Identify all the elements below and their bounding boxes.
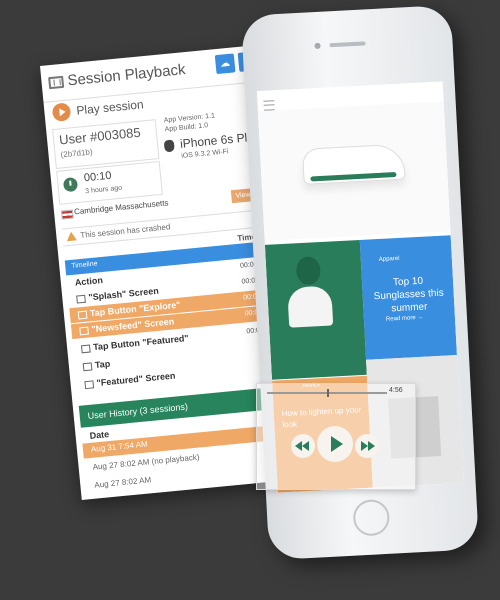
time-box: 00:10 3 hours ago xyxy=(56,160,163,205)
sneaker-image xyxy=(301,143,406,185)
user-history-label: User History (3 sessions) xyxy=(87,401,189,422)
app-versions: App Version: 1.1 App Build: 1.0 xyxy=(163,111,216,134)
timeline-bar-label: Timeline xyxy=(71,260,98,270)
apple-icon xyxy=(163,139,175,153)
tap-icon xyxy=(82,362,93,371)
panel-title: Session Playback xyxy=(66,61,187,90)
fast-forward-button[interactable] xyxy=(355,434,379,458)
film-icon xyxy=(48,75,65,90)
model-photo-tile[interactable] xyxy=(264,239,367,380)
cloud-download-button[interactable]: ☁ xyxy=(214,53,236,75)
playback-timeline[interactable] xyxy=(267,389,387,397)
person-image xyxy=(286,256,334,328)
article-card-sunglasses[interactable]: Apparel Top 10 Sunglasses this summer Re… xyxy=(359,235,457,360)
history-item-label: Aug 31 7:54 AM xyxy=(90,439,149,454)
screen-icon xyxy=(76,294,86,304)
session-duration: 00:10 xyxy=(83,169,112,185)
play-button[interactable] xyxy=(317,426,353,462)
play-session-label: Play session xyxy=(75,97,145,118)
date-column-header: Date xyxy=(89,429,110,441)
user-hash: (2b7d1b) xyxy=(60,147,93,160)
timecode: 4:56 xyxy=(389,387,403,394)
speaker-grille xyxy=(329,41,366,48)
hamburger-menu-icon[interactable] xyxy=(263,100,275,111)
tap-icon xyxy=(80,344,91,353)
warning-icon xyxy=(66,231,77,242)
tap-icon xyxy=(77,310,88,320)
read-more-link[interactable]: Read more → xyxy=(386,315,424,323)
home-button[interactable] xyxy=(352,498,391,537)
screen-icon xyxy=(79,326,89,336)
crash-text: This session has crashed xyxy=(79,222,171,240)
screen-icon xyxy=(84,379,95,389)
flag-icon xyxy=(60,209,74,220)
event-label: Tap xyxy=(94,358,111,371)
user-id: User #003085 xyxy=(58,124,142,148)
play-icon xyxy=(51,102,72,122)
article-title: Top 10 Sunglasses this summer xyxy=(373,275,444,315)
rewind-button[interactable] xyxy=(291,434,315,458)
action-column-header: Action xyxy=(74,274,104,288)
clock-icon xyxy=(62,176,79,193)
product-hero[interactable] xyxy=(257,101,451,250)
article-tag: Apparel xyxy=(378,255,400,263)
time-ago: 3 hours ago xyxy=(84,184,123,196)
history-item[interactable]: Aug 27 8:02 AM xyxy=(94,475,152,489)
event-label: Tap Button "Featured" xyxy=(92,333,190,353)
playback-controls-overlay: 4:56 xyxy=(256,383,416,490)
camera-icon xyxy=(314,42,321,50)
event-label: "Featured" Screen xyxy=(96,370,176,389)
